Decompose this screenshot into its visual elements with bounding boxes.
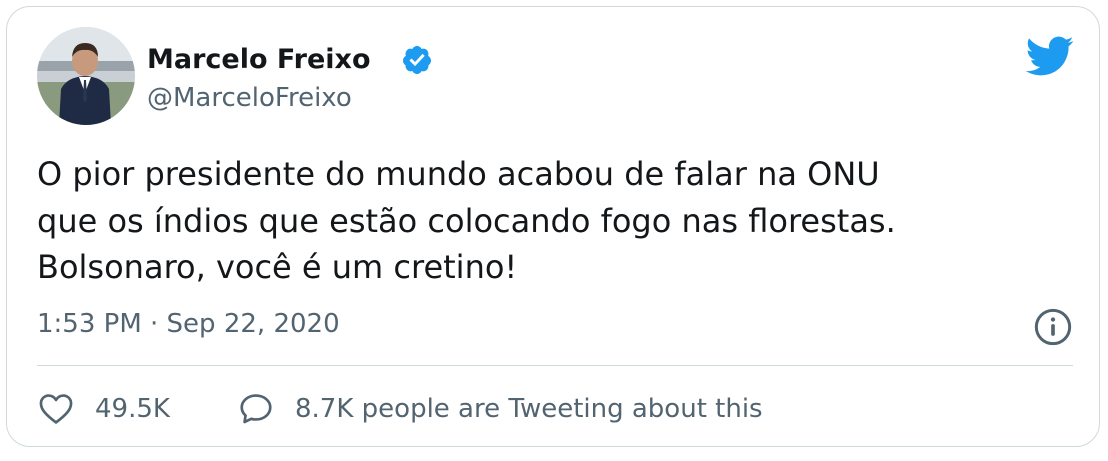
- tweet-text: O pior presidente do mundo acabou de fal…: [37, 151, 1077, 291]
- author-name[interactable]: Marcelo Freixo: [147, 43, 371, 77]
- tweeting-about-link[interactable]: 8.7K people are Tweeting about this: [237, 389, 763, 429]
- like-count: 49.5K: [95, 394, 170, 424]
- tweet-timestamp-link[interactable]: 1:53 PM · Sep 22, 2020: [37, 307, 340, 341]
- verified-badge-icon: [402, 46, 431, 74]
- divider: [37, 365, 1073, 366]
- author-handle[interactable]: @MarceloFreixo: [147, 81, 352, 115]
- twitter-bird-icon[interactable]: [1023, 35, 1075, 77]
- tweet-card[interactable]: Marcelo Freixo @MarceloFreixo O pior pre…: [6, 6, 1100, 447]
- tweet-text-line: que os índios que estão colocando fogo n…: [37, 201, 896, 240]
- tweeting-about-label: 8.7K people are Tweeting about this: [295, 394, 763, 424]
- tweet-text-line: Bolsonaro, você é um cretino!: [37, 248, 518, 286]
- avatar[interactable]: [37, 27, 135, 125]
- info-icon[interactable]: [1033, 307, 1073, 347]
- heart-icon: [39, 394, 73, 424]
- tweet-text-line: O pior presidente do mundo acabou de fal…: [37, 155, 880, 193]
- speech-bubble-icon: [240, 394, 272, 424]
- like-button[interactable]: 49.5K: [37, 389, 170, 429]
